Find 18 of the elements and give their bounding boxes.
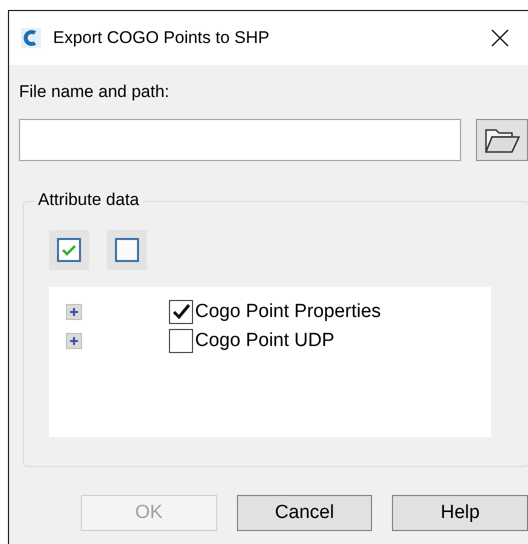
check-all-button[interactable] <box>49 230 89 270</box>
tree-checkbox[interactable] <box>169 328 193 352</box>
file-path-field[interactable] <box>19 119 462 161</box>
checked-box-icon <box>57 238 81 262</box>
app-logo-icon <box>21 28 41 48</box>
tree-item-label: Cogo Point UDP <box>195 328 334 352</box>
tree-checkbox[interactable] <box>169 300 193 324</box>
browse-button[interactable] <box>476 119 528 161</box>
expand-icon[interactable] <box>66 304 82 320</box>
expand-icon[interactable] <box>66 332 82 348</box>
close-icon <box>491 29 509 47</box>
empty-box-icon <box>115 238 139 262</box>
field-label: File name and path: <box>19 81 170 103</box>
tree-item-label: Cogo Point Properties <box>195 300 381 324</box>
dialog-button[interactable]: Help <box>392 495 528 531</box>
uncheck-all-button[interactable] <box>107 230 147 270</box>
window-title: Export COGO Points to SHP <box>53 27 270 50</box>
dialog-button[interactable]: Cancel <box>236 495 372 531</box>
